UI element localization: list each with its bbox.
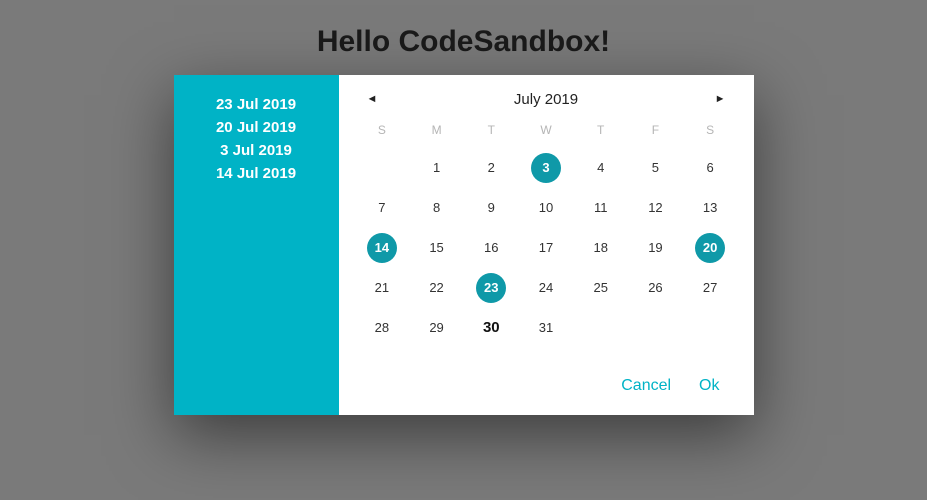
- calendar-day[interactable]: 19: [640, 233, 670, 263]
- calendar-day[interactable]: 30: [476, 313, 506, 343]
- calendar-day[interactable]: 25: [586, 273, 616, 303]
- calendar-cell: 11: [573, 191, 628, 225]
- calendar-day[interactable]: 20: [695, 233, 725, 263]
- calendar-cell: 24: [519, 271, 574, 305]
- selected-dates-sidebar: 23 Jul 2019 20 Jul 2019 3 Jul 2019 14 Ju…: [174, 75, 339, 415]
- calendar-cell: 13: [683, 191, 738, 225]
- calendar-cell: 14: [355, 231, 410, 265]
- calendar-cell: 20: [683, 231, 738, 265]
- calendar-day[interactable]: 18: [586, 233, 616, 263]
- calendar-day[interactable]: 16: [476, 233, 506, 263]
- calendar-cell: 18: [573, 231, 628, 265]
- calendar-day[interactable]: 24: [531, 273, 561, 303]
- calendar-cell: 6: [683, 151, 738, 185]
- calendar-cell: 1: [409, 151, 464, 185]
- prev-month-icon[interactable]: ◄: [361, 89, 384, 109]
- calendar-day[interactable]: 7: [367, 193, 397, 223]
- calendar-panel: ◄ July 2019 ► SMTWTFS1234567891011121314…: [339, 75, 754, 415]
- calendar-day[interactable]: 15: [422, 233, 452, 263]
- calendar-cell: 7: [355, 191, 410, 225]
- calendar-day[interactable]: 13: [695, 193, 725, 223]
- calendar-cell: [573, 311, 628, 345]
- calendar-day[interactable]: 26: [640, 273, 670, 303]
- calendar-grid: SMTWTFS123456789101112131415161718192021…: [355, 117, 738, 345]
- calendar-cell: [355, 151, 410, 185]
- calendar-day[interactable]: 8: [422, 193, 452, 223]
- day-of-week-header: S: [355, 117, 410, 145]
- calendar-day[interactable]: 12: [640, 193, 670, 223]
- calendar-cell: 27: [683, 271, 738, 305]
- calendar-day[interactable]: 17: [531, 233, 561, 263]
- calendar-cell: 10: [519, 191, 574, 225]
- datepicker-dialog: 23 Jul 2019 20 Jul 2019 3 Jul 2019 14 Ju…: [174, 75, 754, 415]
- calendar-cell: 12: [628, 191, 683, 225]
- calendar-cell: 29: [409, 311, 464, 345]
- calendar-cell: 26: [628, 271, 683, 305]
- calendar-day[interactable]: 14: [367, 233, 397, 263]
- calendar-cell: 30: [464, 311, 519, 345]
- calendar-cell: 31: [519, 311, 574, 345]
- selected-date-item[interactable]: 3 Jul 2019: [174, 139, 339, 162]
- calendar-day[interactable]: 11: [586, 193, 616, 223]
- calendar-cell: 5: [628, 151, 683, 185]
- calendar-day[interactable]: 10: [531, 193, 561, 223]
- calendar-day[interactable]: 31: [531, 313, 561, 343]
- calendar-cell: 28: [355, 311, 410, 345]
- calendar-cell: 15: [409, 231, 464, 265]
- calendar-day[interactable]: 2: [476, 153, 506, 183]
- calendar-day[interactable]: 4: [586, 153, 616, 183]
- calendar-cell: 4: [573, 151, 628, 185]
- dialog-actions: Cancel Ok: [355, 357, 738, 401]
- calendar-cell: 22: [409, 271, 464, 305]
- next-month-icon[interactable]: ►: [709, 89, 732, 109]
- day-of-week-header: M: [409, 117, 464, 145]
- calendar-day[interactable]: 1: [422, 153, 452, 183]
- calendar-day[interactable]: 23: [476, 273, 506, 303]
- calendar-day[interactable]: 9: [476, 193, 506, 223]
- calendar-day[interactable]: 27: [695, 273, 725, 303]
- calendar-day[interactable]: 22: [422, 273, 452, 303]
- selected-date-item[interactable]: 20 Jul 2019: [174, 116, 339, 139]
- calendar-cell: 17: [519, 231, 574, 265]
- calendar-cell: 9: [464, 191, 519, 225]
- calendar-cell: 21: [355, 271, 410, 305]
- selected-date-item[interactable]: 23 Jul 2019: [174, 93, 339, 116]
- calendar-day[interactable]: 3: [531, 153, 561, 183]
- cancel-button[interactable]: Cancel: [621, 377, 671, 395]
- calendar-cell: 25: [573, 271, 628, 305]
- calendar-cell: 16: [464, 231, 519, 265]
- ok-button[interactable]: Ok: [699, 377, 719, 395]
- day-of-week-header: T: [464, 117, 519, 145]
- calendar-cell: 3: [519, 151, 574, 185]
- calendar-day[interactable]: 28: [367, 313, 397, 343]
- calendar-cell: 23: [464, 271, 519, 305]
- calendar-cell: [683, 311, 738, 345]
- calendar-header: ◄ July 2019 ►: [355, 89, 738, 117]
- day-of-week-header: W: [519, 117, 574, 145]
- day-of-week-header: T: [573, 117, 628, 145]
- calendar-cell: [628, 311, 683, 345]
- modal-overlay: 23 Jul 2019 20 Jul 2019 3 Jul 2019 14 Ju…: [0, 0, 927, 500]
- calendar-day[interactable]: 29: [422, 313, 452, 343]
- calendar-cell: 19: [628, 231, 683, 265]
- selected-date-item[interactable]: 14 Jul 2019: [174, 162, 339, 185]
- calendar-cell: 8: [409, 191, 464, 225]
- calendar-day[interactable]: 5: [640, 153, 670, 183]
- calendar-day[interactable]: 6: [695, 153, 725, 183]
- day-of-week-header: S: [683, 117, 738, 145]
- calendar-day[interactable]: 21: [367, 273, 397, 303]
- calendar-cell: 2: [464, 151, 519, 185]
- day-of-week-header: F: [628, 117, 683, 145]
- month-label[interactable]: July 2019: [514, 91, 578, 108]
